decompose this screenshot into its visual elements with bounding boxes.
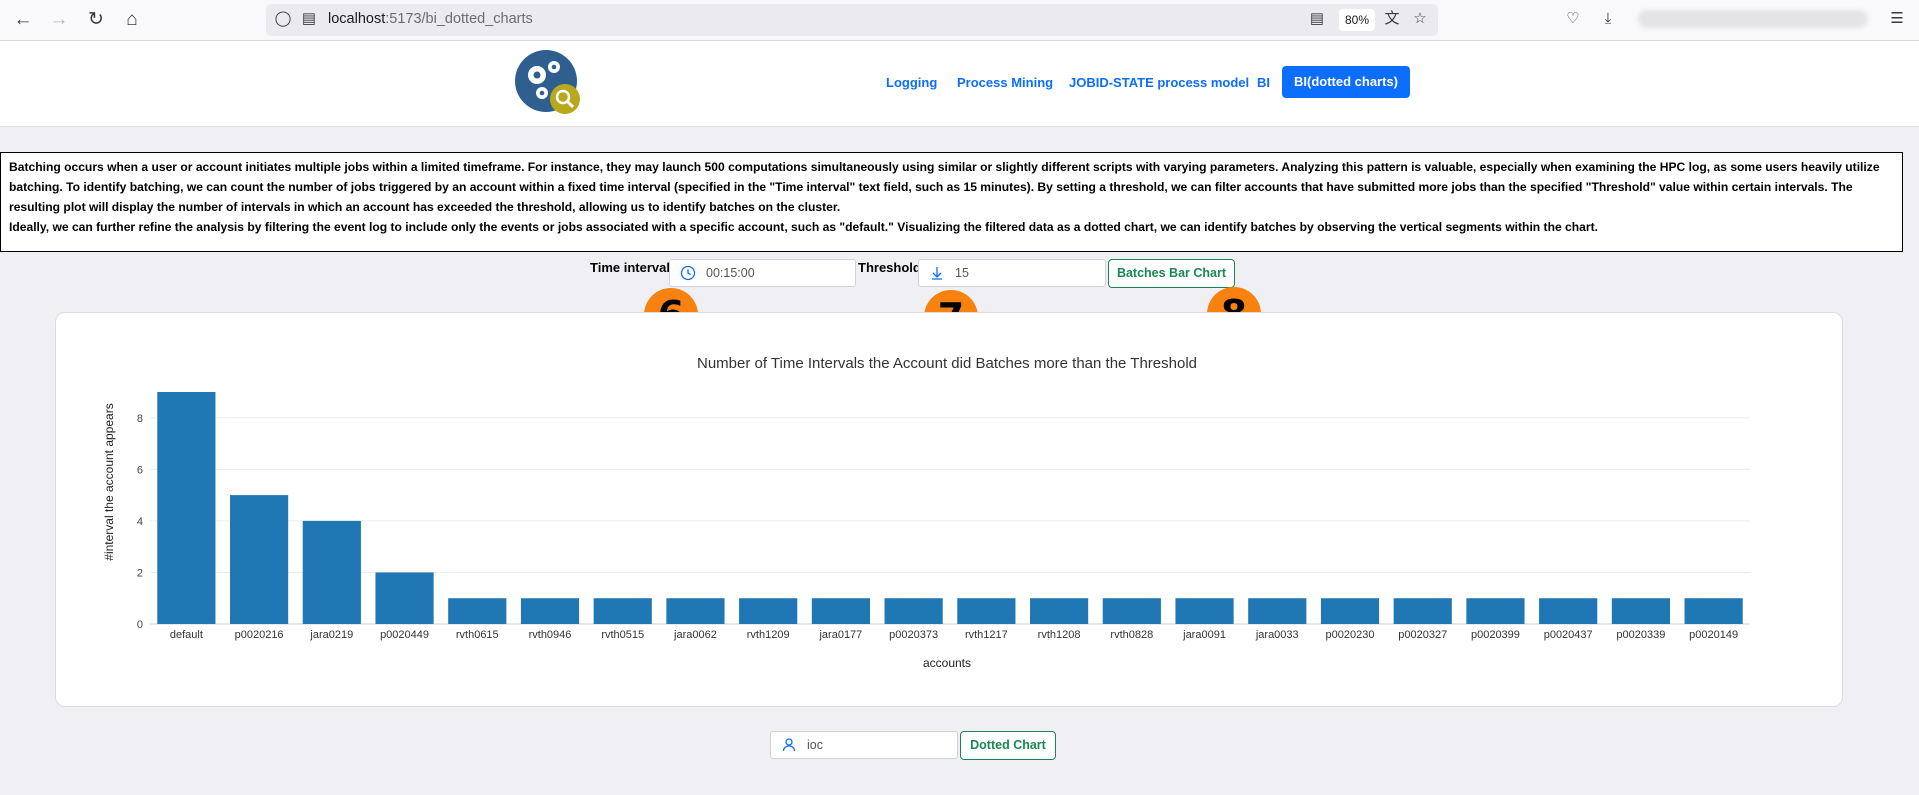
x-tick-label: jara0062: [673, 629, 717, 641]
chart-y-axis-label: #interval the account appears: [102, 403, 116, 560]
chart-x-ticks: default p0020216 jara0219 p0020449 rvth0615 r…: [170, 629, 1738, 641]
x-tick-label: default: [170, 629, 203, 641]
back-icon[interactable]: ←: [11, 8, 35, 32]
y-tick-label: 6: [137, 464, 143, 476]
bar-jara0219[interactable]: [302, 520, 361, 624]
threshold-label: Threshold: [858, 260, 921, 275]
bar-jara0033[interactable]: [1248, 598, 1307, 624]
url-text[interactable]: localhost:5173/bi_dotted_charts: [328, 11, 533, 27]
batches-bar-chart-button[interactable]: Batches Bar Chart: [1108, 259, 1235, 288]
x-tick-label: jara0219: [309, 629, 353, 641]
x-tick-label: p0020373: [889, 629, 938, 641]
home-icon[interactable]: ⌂: [120, 8, 144, 32]
bar-chart: Number of Time Intervals the Account did…: [102, 355, 1750, 670]
reload-icon[interactable]: ↻: [84, 8, 108, 32]
nav-logging[interactable]: Logging: [886, 75, 937, 90]
bar-p0020216[interactable]: [230, 495, 289, 624]
x-tick-label: p0020327: [1398, 629, 1447, 641]
x-tick-label: rvth1217: [965, 629, 1008, 641]
shield-icon[interactable]: ◯: [274, 10, 292, 28]
threshold-value: 15: [955, 266, 969, 280]
account-input[interactable]: ioc: [770, 731, 958, 759]
url-path: :5173/bi_dotted_charts: [385, 11, 533, 27]
bar-p0020230[interactable]: [1320, 598, 1380, 624]
url-host: localhost: [328, 11, 386, 27]
bar-p0020437[interactable]: [1539, 598, 1598, 624]
time-interval-label: Time interval: [590, 260, 670, 275]
time-interval-input[interactable]: 00:15:00: [669, 259, 856, 287]
x-tick-label: p0020149: [1689, 629, 1738, 641]
x-tick-label: rvth0615: [456, 629, 499, 641]
x-tick-label: jara0033: [1255, 629, 1299, 641]
chart-title: Number of Time Intervals the Account did…: [697, 355, 1197, 372]
x-tick-label: p0020449: [380, 629, 429, 641]
bar-p0020149[interactable]: [1684, 598, 1743, 624]
menu-icon[interactable]: ☰: [1888, 10, 1906, 28]
account-value: ioc: [807, 738, 823, 752]
bar-jara0177[interactable]: [811, 598, 870, 624]
bar-default[interactable]: [157, 392, 216, 624]
bar-p0020399[interactable]: [1466, 598, 1525, 624]
bar-rvth0828[interactable]: [1102, 598, 1161, 624]
x-tick-label: p0020437: [1544, 629, 1593, 641]
x-tick-label: rvth1209: [747, 629, 790, 641]
x-tick-label: jara0091: [1182, 629, 1226, 641]
dotted-chart-button[interactable]: Dotted Chart: [960, 731, 1056, 760]
bar-p0020373[interactable]: [884, 598, 943, 624]
y-tick-label: 2: [137, 567, 143, 579]
y-tick-label: 4: [137, 516, 143, 528]
nav-process-mining[interactable]: Process Mining: [957, 75, 1053, 90]
description-paragraph-1: Batching occurs when a user or account i…: [9, 160, 1880, 214]
description-box: Batching occurs when a user or account i…: [0, 152, 1903, 252]
bar-jara0062[interactable]: [666, 598, 725, 624]
download-icon[interactable]: ⤓: [1599, 10, 1617, 28]
y-tick-label: 0: [137, 619, 143, 631]
account-info: [1638, 10, 1868, 28]
nav-bi-dotted-charts[interactable]: BI(dotted charts): [1282, 66, 1410, 98]
page-icon: ▤: [301, 10, 317, 27]
bar-p0020449[interactable]: [375, 572, 434, 624]
x-tick-label: rvth0515: [601, 629, 644, 641]
bar-p0020339[interactable]: [1611, 598, 1670, 624]
chart-bars: [157, 392, 1743, 624]
x-tick-label: rvth0828: [1110, 629, 1153, 641]
translate-icon[interactable]: 文: [1383, 10, 1401, 28]
logo-gears-icon: [515, 50, 580, 114]
x-tick-label: rvth1208: [1038, 629, 1081, 641]
nav-jobid-state[interactable]: JOBID-STATE process model: [1069, 75, 1249, 90]
bar-rvth0946[interactable]: [520, 598, 580, 624]
x-tick-label: jara0177: [818, 629, 862, 641]
bar-rvth0515[interactable]: [593, 598, 652, 624]
nav-bi[interactable]: BI: [1257, 75, 1270, 90]
forward-icon[interactable]: →: [47, 8, 71, 32]
x-tick-label: p0020216: [235, 629, 284, 641]
bar-jara0091[interactable]: [1175, 598, 1234, 624]
star-icon[interactable]: ☆: [1411, 10, 1429, 28]
arrow-down-icon: [932, 267, 942, 280]
threshold-input[interactable]: 15: [918, 259, 1106, 287]
clock-icon: [680, 265, 696, 281]
user-icon: [782, 738, 796, 752]
pocket-icon[interactable]: ♡: [1564, 10, 1582, 28]
bar-rvth1208[interactable]: [1030, 598, 1089, 624]
browser-toolbar: ← → ↻ ⌂ ◯ ▤ localhost:5173/bi_dotted_cha…: [0, 0, 1919, 41]
time-interval-value: 00:15:00: [706, 266, 755, 280]
x-tick-label: p0020399: [1471, 629, 1520, 641]
reader-view-icon[interactable]: ▤: [1308, 10, 1326, 28]
chart-x-axis-label: accounts: [923, 656, 971, 670]
x-tick-label: p0020230: [1326, 629, 1375, 641]
description-paragraph-2: Ideally, we can further refine the analy…: [9, 220, 1598, 234]
bar-rvth0615[interactable]: [448, 598, 507, 624]
bar-rvth1209[interactable]: [739, 598, 798, 624]
x-tick-label: p0020339: [1616, 629, 1665, 641]
x-tick-label: rvth0946: [529, 629, 572, 641]
y-tick-label: 8: [137, 413, 143, 425]
bar-p0020327[interactable]: [1393, 598, 1452, 624]
bar-rvth1217[interactable]: [957, 598, 1016, 624]
zoom-level[interactable]: 80%: [1339, 9, 1375, 31]
